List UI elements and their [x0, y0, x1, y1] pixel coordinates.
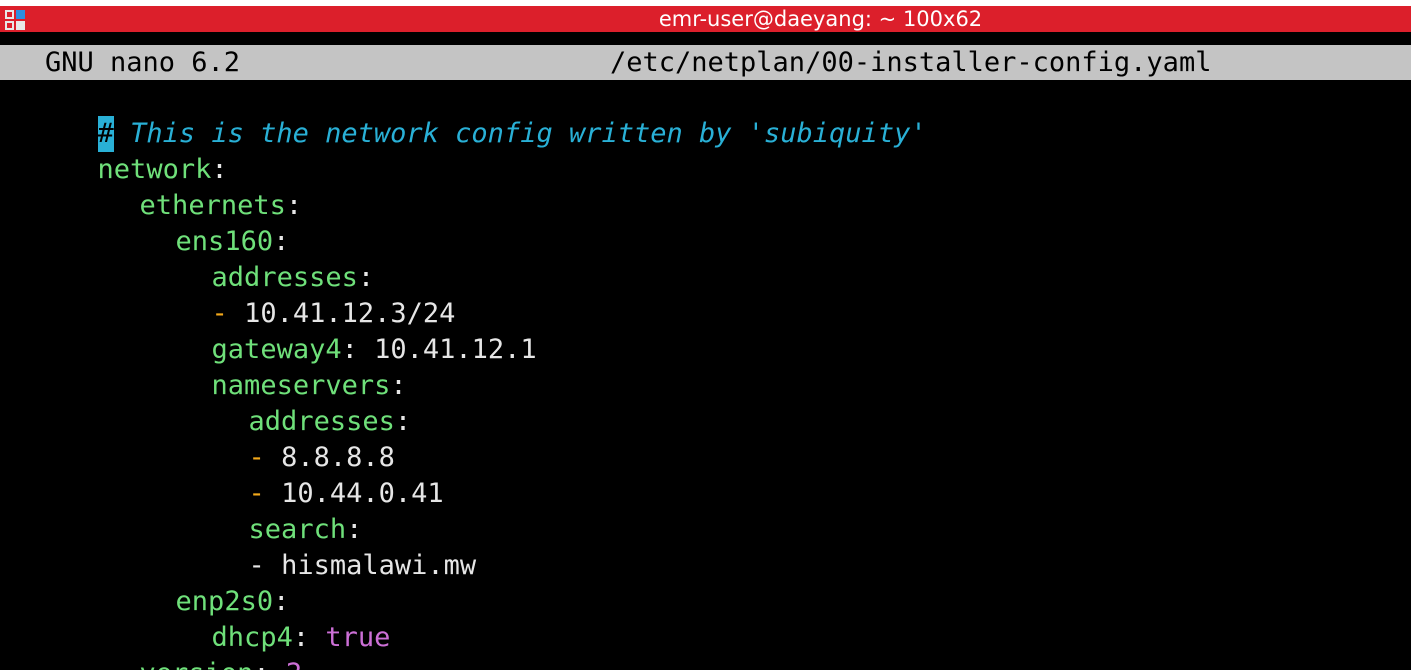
nano-header-bar: GNU nano 6.2 /etc/netplan/00-installer-c… [0, 45, 1411, 80]
yaml-number-value: 2 [286, 658, 302, 670]
editor-line[interactable]: network: [0, 116, 228, 185]
editor-line[interactable]: gateway4: 10.41.12.1 [114, 296, 537, 365]
editor-line[interactable]: version: 2 [42, 620, 303, 670]
editor-line[interactable]: addresses: [114, 224, 375, 293]
yaml-boolean-value: true [325, 622, 391, 653]
editor-line[interactable]: enp2s0: [78, 548, 290, 617]
editor-area[interactable]: # This is the network config written by … [0, 80, 1411, 670]
editor-line[interactable]: ethernets: [42, 152, 303, 221]
window-title: emr-user@daeyang: ~ 100x62 [658, 7, 983, 31]
yaml-key: version [140, 658, 254, 670]
editor-line[interactable]: - hismalawi.mw [151, 512, 477, 581]
terminal-window: emr-user@daeyang: ~ 100x62 GNU nano 6.2 … [0, 0, 1411, 670]
editor-line[interactable]: addresses: [151, 368, 412, 437]
yaml-value: hismalawi.mw [281, 550, 477, 581]
nano-version: GNU nano 6.2 [45, 47, 241, 78]
yaml-colon: : [253, 658, 286, 670]
editor-line[interactable]: - 8.8.8.8 [151, 404, 395, 473]
window-titlebar[interactable]: emr-user@daeyang: ~ 100x62 [0, 0, 1411, 32]
editor-line[interactable]: - 10.44.0.41 [151, 440, 444, 509]
editor-line[interactable]: # This is the network config written by … [0, 80, 927, 152]
comment-text: This is the network config written by 's… [113, 118, 927, 149]
editor-line[interactable]: nameservers: [114, 332, 407, 401]
yaml-colon: : [394, 406, 412, 437]
nano-filename: /etc/netplan/00-installer-config.yaml [610, 47, 1212, 78]
editor-line[interactable]: ens160: [78, 188, 290, 257]
editor-line[interactable]: - 10.41.12.3/24 [114, 260, 456, 329]
editor-line[interactable]: dhcp4: true [114, 584, 391, 653]
editor-line[interactable]: search: [151, 476, 363, 545]
